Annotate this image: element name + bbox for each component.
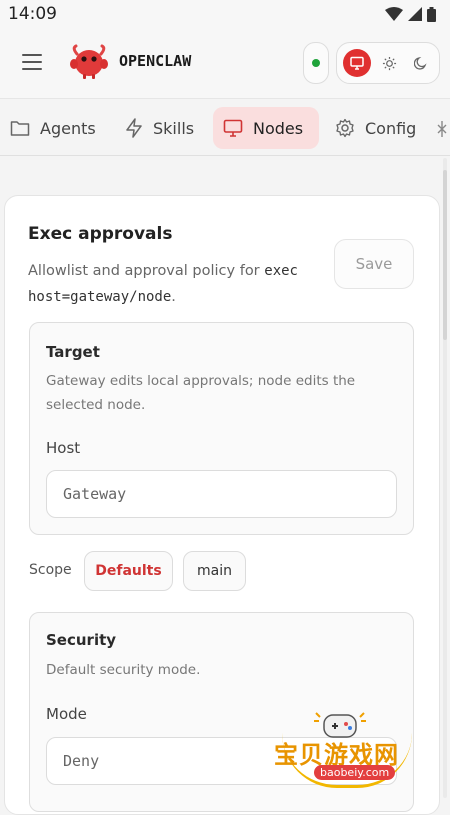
tab-agents[interactable]: Agents — [0, 107, 106, 149]
scope-label: Scope — [29, 562, 72, 578]
exec-approvals-description: Allowlist and approval policy for exec h… — [28, 263, 298, 305]
theme-dark-button[interactable] — [407, 49, 435, 77]
target-description: Gateway edits local approvals; node edit… — [46, 373, 356, 413]
watermark: 宝贝游戏网 baobeiy.com — [270, 705, 420, 795]
host-label: Host — [46, 439, 81, 457]
menu-icon[interactable] — [22, 54, 42, 70]
tab-skills[interactable]: Skills — [115, 107, 204, 149]
target-title: Target — [46, 343, 100, 361]
host-select[interactable]: Gateway — [46, 470, 397, 518]
tab-nodes[interactable]: Nodes — [213, 107, 319, 149]
tab-config[interactable]: Config — [325, 107, 426, 149]
status-bar: 14:09 — [0, 0, 450, 28]
tab-skills-label: Skills — [153, 118, 195, 138]
theme-system-button[interactable] — [343, 49, 371, 77]
theme-light-button[interactable] — [375, 49, 403, 77]
watermark-url: baobeiy.com — [314, 765, 396, 780]
target-panel: Target Gateway edits local approvals; no… — [29, 322, 414, 535]
theme-switcher — [336, 42, 440, 84]
gear-icon — [336, 118, 354, 138]
security-description: Default security mode. — [46, 662, 201, 678]
page-scrollbar-thumb[interactable] — [443, 170, 447, 340]
mode-label: Mode — [46, 705, 87, 723]
tab-agents-label: Agents — [40, 118, 96, 138]
status-time: 14:09 — [8, 4, 57, 24]
more-tabs-icon[interactable] — [436, 119, 448, 139]
security-title: Security — [46, 631, 117, 649]
signal-icon — [408, 7, 422, 21]
connection-dot — [312, 59, 320, 67]
battery-icon — [427, 6, 436, 22]
mode-value: Deny — [63, 752, 100, 770]
connection-indicator — [303, 42, 329, 84]
brand-name: OPENCLAW — [119, 52, 192, 70]
top-bar: OPENCLAW — [0, 28, 450, 98]
scope-main-button[interactable]: main — [183, 551, 246, 591]
moon-icon — [414, 56, 427, 70]
scope-defaults-button[interactable]: Defaults — [84, 551, 173, 591]
nav-tabs: Agents Skills Nodes Config — [0, 98, 450, 156]
openclaw-logo — [70, 44, 108, 79]
zap-icon — [126, 118, 142, 138]
save-button[interactable]: Save — [334, 239, 414, 289]
tab-nodes-label: Nodes — [253, 118, 304, 138]
monitor-icon — [223, 119, 243, 137]
wifi-icon — [385, 7, 403, 21]
exec-approvals-title: Exec approvals — [28, 224, 173, 244]
sun-icon — [382, 56, 396, 70]
monitor-icon — [350, 56, 364, 70]
folder-icon — [10, 121, 30, 136]
tab-config-label: Config — [365, 118, 417, 138]
status-icons — [385, 6, 436, 22]
host-value: Gateway — [63, 485, 127, 503]
